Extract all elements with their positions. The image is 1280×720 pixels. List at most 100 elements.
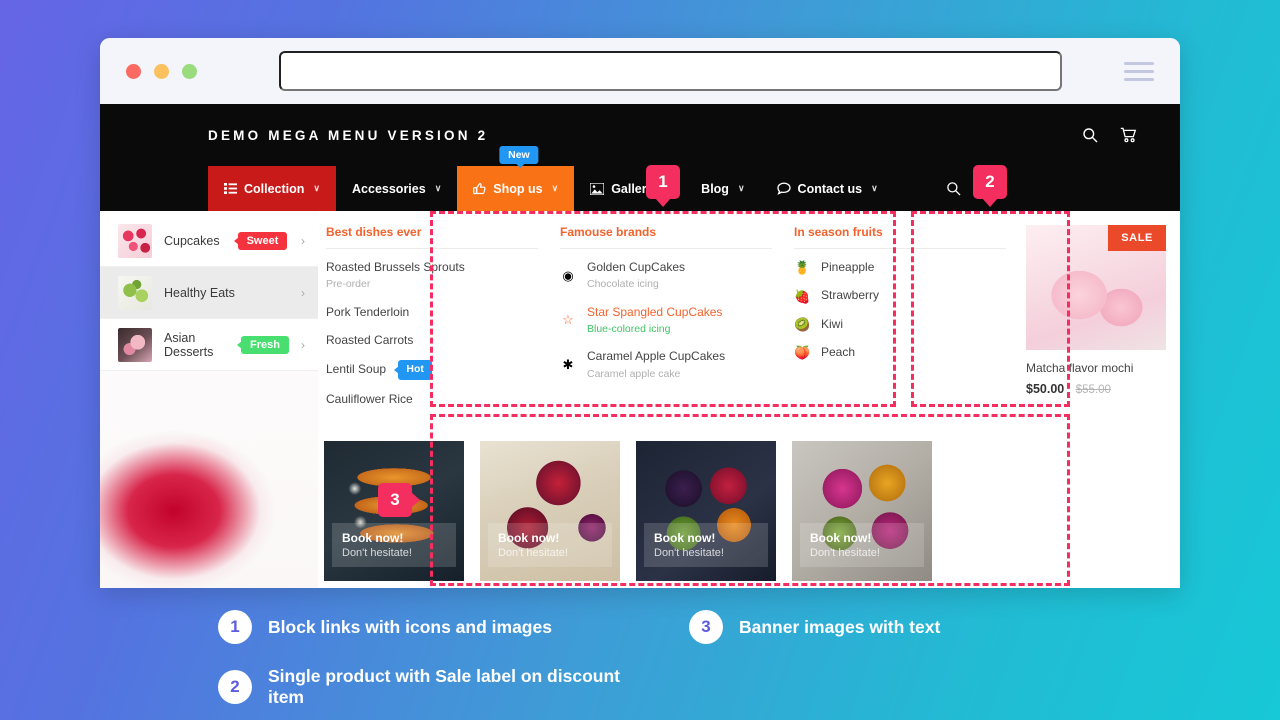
link-item[interactable]: ✱ Caramel Apple CupCakes Caramel apple c… [560, 348, 772, 382]
link-item[interactable]: 🍑 Peach [794, 344, 1006, 361]
link-item[interactable]: Roasted Brussels Sprouts Pre-order [326, 259, 538, 293]
banner-item[interactable]: Book now! Don't hesitate! [480, 441, 620, 581]
link-column-in-season-fruits: In season fruits 🍍 Pineapple 🍓 Strawberr… [786, 225, 1020, 419]
banner-item[interactable]: Book now! Don't hesitate! [636, 441, 776, 581]
link-item[interactable]: 🥝 Kiwi [794, 316, 1006, 333]
banner-overlay: Book now! Don't hesitate! [800, 523, 924, 567]
minimize-dot[interactable] [154, 63, 169, 79]
nav-item-contact-us[interactable]: Contact us ∨ [761, 166, 894, 211]
link-label: Pineapple [821, 260, 875, 274]
link-label: Golden CupCakes [587, 260, 686, 274]
legend-number: 3 [689, 610, 723, 644]
nav-label: Contact us [797, 181, 863, 196]
status-badge: SALE [1108, 225, 1166, 251]
link-label: Caramel Apple CupCakes [587, 349, 726, 364]
nav-item-blog[interactable]: Blog ∨ [685, 166, 760, 211]
sidebar-thumbnail [118, 275, 152, 310]
hamburger-icon[interactable] [1124, 61, 1154, 81]
main-navigation: Collection ∨ Accessories ∨ New Shop us ∨ [100, 146, 1180, 211]
link-sublabel: Blue-colored icing [587, 323, 671, 335]
nav-search-icon[interactable] [946, 166, 961, 211]
banner-overlay: Book now! Don't hesitate! [488, 523, 612, 567]
link-item[interactable]: ☆ Star Spangled CupCakes Blue-colored ic… [560, 304, 772, 338]
peach-icon: 🍑 [794, 345, 811, 361]
banner-subtitle: Don't hesitate! [498, 547, 568, 559]
banner-item[interactable]: Book now! Don't hesitate! [792, 441, 932, 581]
search-icon[interactable] [1082, 127, 1098, 143]
link-sublabel: Caramel apple cake [587, 367, 681, 380]
sidebar-item-healthy-eats[interactable]: Healthy Eats › [100, 267, 318, 319]
link-label: Roasted Carrots [326, 333, 414, 347]
close-dot[interactable] [126, 63, 141, 79]
link-item[interactable]: Pork Tenderloin [326, 304, 538, 321]
powered-by-label: Powered by Globo Mega Menu [318, 581, 1180, 588]
sidebar-item-label: Healthy Eats [164, 285, 235, 300]
nav-item-shop-us[interactable]: New Shop us ∨ [457, 146, 575, 211]
legend-label: Block links with icons and images [268, 616, 552, 637]
maximize-dot[interactable] [182, 63, 197, 79]
chevron-down-icon: ∨ [434, 183, 442, 193]
cart-icon[interactable] [1120, 127, 1138, 143]
new-badge: New [499, 146, 539, 168]
marker-1: 1 [646, 165, 680, 199]
column-title: In season fruits [794, 225, 1006, 249]
nav-item-collection[interactable]: Collection ∨ [208, 166, 337, 211]
browser-window: DEMO MEGA MENU VERSION 2 Collection ∨ Ac… [100, 38, 1180, 588]
thumbs-up-icon [473, 182, 486, 195]
mega-menu-content: Best dishes ever Roasted Brussels Sprout… [318, 211, 1180, 588]
banner-title: Book now! [654, 531, 716, 545]
banner-title: Book now! [342, 531, 404, 545]
link-sublabel: Chocolate icing [587, 278, 659, 291]
sidebar-item-label: Cupcakes [164, 233, 220, 248]
sidebar-item-label: Asian Desserts [164, 330, 214, 359]
mega-menu-sidebar: Cupcakes Sweet › Healthy Eats › Asian De… [100, 211, 318, 588]
kiwi-icon: 🥝 [794, 316, 811, 332]
link-item[interactable]: 🍍 Pineapple [794, 259, 1006, 276]
banner-overlay: Book now! Don't hesitate! [644, 523, 768, 567]
mega-menu-panel: Cupcakes Sweet › Healthy Eats › Asian De… [100, 211, 1180, 588]
nav-label: Blog [701, 181, 729, 196]
link-item[interactable]: Lentil Soup Hot [326, 360, 538, 380]
marker-2: 2 [973, 165, 1007, 199]
browser-chrome-bar [100, 38, 1180, 104]
sidebar-thumbnail [118, 223, 152, 258]
link-item[interactable]: Cauliflower Rice [326, 391, 538, 408]
banner-subtitle: Don't hesitate! [342, 547, 412, 559]
link-item[interactable]: ◉ Golden CupCakes Chocolate icing [560, 259, 772, 293]
link-item[interactable]: Roasted Carrots [326, 332, 538, 349]
legend-item-2: 2 Single product with Sale label on disc… [218, 666, 659, 708]
asterisk-icon: ✱ [562, 357, 574, 373]
link-label: Strawberry [821, 288, 880, 303]
chevron-right-icon: › [301, 337, 305, 352]
chevron-right-icon: › [301, 285, 305, 300]
link-item[interactable]: 🍓 Strawberry [794, 287, 1006, 304]
site-brand: DEMO MEGA MENU VERSION 2 [208, 127, 489, 143]
banner-subtitle: Don't hesitate! [654, 547, 724, 559]
column-title: Best dishes ever [326, 225, 538, 249]
product-price: $50.00 [1026, 382, 1065, 396]
marker-3: 3 [378, 483, 412, 517]
chevron-down-icon: ∨ [737, 183, 745, 193]
star-icon: ☆ [562, 312, 574, 328]
nav-item-accessories[interactable]: Accessories ∨ [336, 166, 457, 211]
link-label: Roasted Brussels Sprouts [326, 260, 465, 274]
link-label: Kiwi [821, 316, 844, 331]
column-title: Famouse brands [560, 225, 772, 249]
url-input[interactable] [279, 51, 1062, 91]
hot-badge: Hot [398, 360, 432, 380]
chevron-right-icon: › [301, 233, 305, 248]
sidebar-thumbnail [118, 327, 152, 362]
product-card[interactable]: SALE Matcha flavor mochi $50.00 $55.00 [1020, 211, 1180, 427]
link-label: Peach [821, 345, 856, 360]
sidebar-badge: Sweet [237, 231, 288, 250]
link-label: Cauliflower Rice [326, 391, 413, 406]
banner-subtitle: Don't hesitate! [810, 547, 880, 559]
banner-title: Book now! [810, 531, 872, 545]
chevron-down-icon: ∨ [871, 183, 878, 193]
legend-item-1: 1 Block links with icons and images [218, 610, 659, 644]
sidebar-item-cupcakes[interactable]: Cupcakes Sweet › [100, 215, 318, 267]
window-controls [126, 63, 197, 79]
chevron-down-icon: ∨ [551, 183, 559, 193]
sidebar-item-asian-desserts[interactable]: Asian Desserts Fresh › [100, 319, 318, 371]
header-icon-group [1082, 127, 1138, 143]
